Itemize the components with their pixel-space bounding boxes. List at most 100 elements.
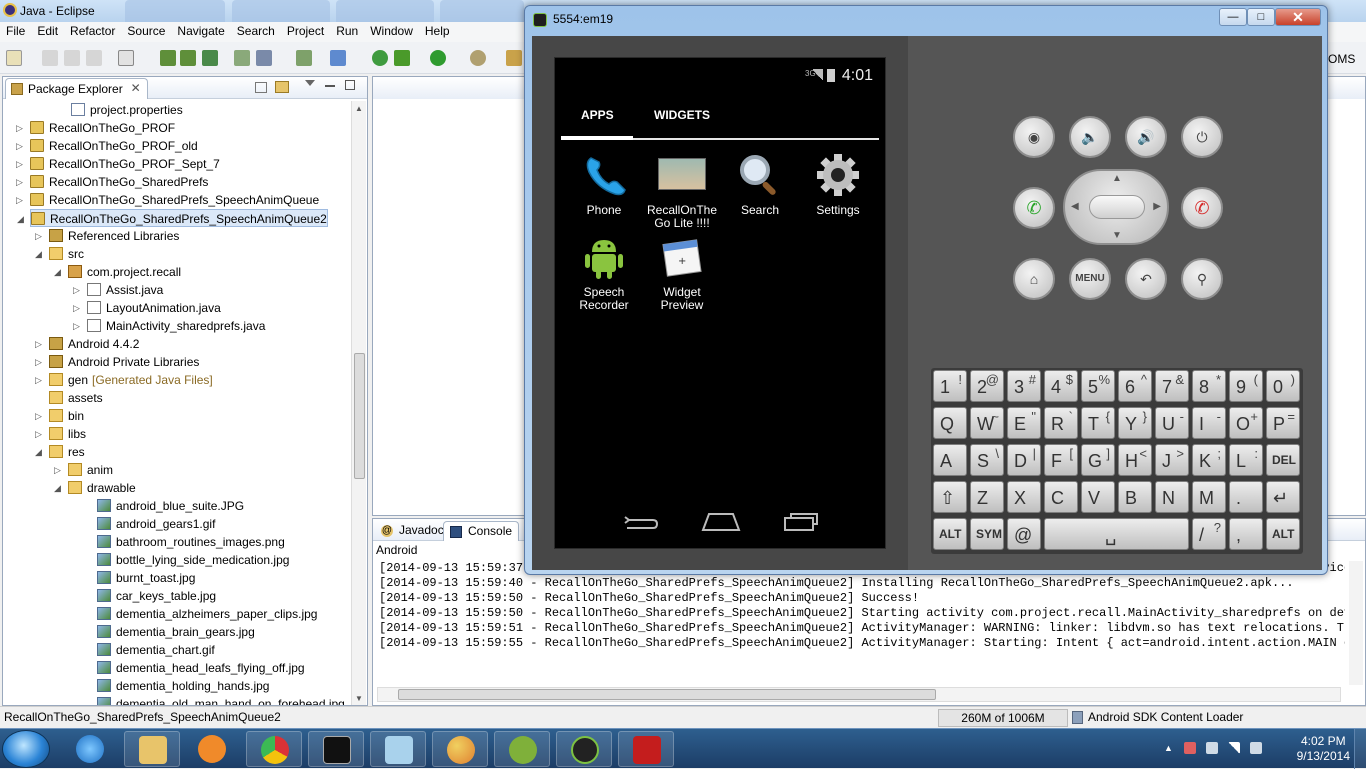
tree-item[interactable]: ▷ RecallOnTheGo_SharedPrefs: [16, 173, 208, 191]
app-speech-recorder[interactable]: Speech Recorder: [564, 234, 644, 312]
phone-screen[interactable]: 3G 4:01 APPS WIDGETS Phone RecallOnThe G…: [554, 57, 886, 549]
tab-javadoc[interactable]: @ Javadoc: [375, 521, 450, 541]
menu-run[interactable]: Run: [330, 22, 364, 38]
debug-icon[interactable]: [330, 50, 346, 66]
tree-item[interactable]: dementia_holding_hands.jpg: [97, 677, 269, 695]
tree-item[interactable]: assets: [49, 389, 103, 407]
key[interactable]: 8 *: [1192, 370, 1226, 402]
lint-icon[interactable]: [202, 50, 218, 66]
print-icon[interactable]: [86, 50, 102, 66]
key[interactable]: W ~: [970, 407, 1004, 439]
menu-window[interactable]: Window: [364, 22, 419, 38]
key[interactable]: C: [1044, 481, 1078, 513]
taskbar-android-emulator[interactable]: [556, 731, 612, 767]
home-icon[interactable]: ⌂: [1013, 258, 1055, 300]
dpad-up-icon[interactable]: ▲: [1112, 173, 1122, 184]
dpad-left-icon[interactable]: ◀: [1071, 201, 1079, 212]
tree-item[interactable]: ▷ gen [Generated Java Files]: [35, 371, 213, 389]
tree-item[interactable]: dementia_old_man_hand_on_forehead.jpg: [97, 695, 345, 705]
expand-icon[interactable]: ▷: [73, 299, 83, 317]
key[interactable]: 3 #: [1007, 370, 1041, 402]
key[interactable]: H <: [1118, 444, 1152, 476]
collapse-icon[interactable]: ◢: [54, 479, 64, 497]
key[interactable]: I-: [1192, 407, 1226, 439]
space-key[interactable]: ␣: [1044, 518, 1189, 550]
view-menu-icon[interactable]: [305, 80, 315, 86]
key[interactable]: ALT: [933, 518, 967, 550]
console-vertical-scrollbar[interactable]: [1349, 561, 1363, 685]
scrollbar-thumb[interactable]: [398, 689, 936, 700]
key[interactable]: DEL: [1266, 444, 1300, 476]
key[interactable]: Y}: [1118, 407, 1152, 439]
taskbar-braces-app[interactable]: [494, 731, 550, 767]
taskbar-internet-explorer[interactable]: [62, 731, 118, 767]
key[interactable]: B: [1118, 481, 1152, 513]
key[interactable]: @: [1007, 518, 1041, 550]
key[interactable]: ALT: [1266, 518, 1300, 550]
tree-item[interactable]: ▷ anim: [54, 461, 113, 479]
key[interactable]: /?: [1192, 518, 1226, 550]
tree-item[interactable]: android_gears1.gif: [97, 515, 215, 533]
expand-icon[interactable]: ▷: [35, 371, 45, 389]
tree-item[interactable]: ▷ LayoutAnimation.java: [73, 299, 221, 317]
end-call-icon[interactable]: ✆: [1181, 187, 1223, 229]
key[interactable]: ⇧: [933, 481, 967, 513]
expand-icon[interactable]: ▷: [16, 173, 26, 191]
action-center-icon[interactable]: [1184, 742, 1196, 754]
tree-item[interactable]: android_blue_suite.JPG: [97, 497, 244, 515]
collapse-icon[interactable]: ◢: [35, 245, 45, 263]
progress-status[interactable]: Android SDK Content Loader: [1072, 710, 1243, 724]
save-icon[interactable]: [42, 50, 58, 66]
volume-up-icon[interactable]: 🔊: [1125, 116, 1167, 158]
key[interactable]: O +: [1229, 407, 1263, 439]
key[interactable]: N: [1155, 481, 1189, 513]
back-icon[interactable]: [623, 512, 659, 532]
key[interactable]: T{: [1081, 407, 1115, 439]
menu-file[interactable]: File: [0, 22, 31, 38]
search-icon[interactable]: ⚲: [1181, 258, 1223, 300]
show-desktop-button[interactable]: [1354, 729, 1366, 769]
key[interactable]: R `: [1044, 407, 1078, 439]
breakpoint-icon[interactable]: [296, 50, 312, 66]
new-android-xml-icon[interactable]: [256, 50, 272, 66]
dpad-center-button[interactable]: [1089, 195, 1145, 219]
key[interactable]: 4 $: [1044, 370, 1078, 402]
key[interactable]: V: [1081, 481, 1115, 513]
open-type-icon[interactable]: [506, 50, 522, 66]
expand-icon[interactable]: ▷: [73, 317, 83, 335]
key[interactable]: F[: [1044, 444, 1078, 476]
taskbar-filezilla[interactable]: [618, 731, 674, 767]
key[interactable]: Z: [970, 481, 1004, 513]
key[interactable]: 5%: [1081, 370, 1115, 402]
taskbar-chrome[interactable]: [246, 731, 302, 767]
menu-refactor[interactable]: Refactor: [64, 22, 121, 38]
expand-icon[interactable]: ▷: [16, 155, 26, 173]
link-with-editor-icon[interactable]: [275, 81, 289, 93]
minimize-button[interactable]: —: [1219, 8, 1247, 26]
dpad-right-icon[interactable]: ▶: [1153, 201, 1161, 212]
tree-vertical-scrollbar[interactable]: ▲ ▼: [351, 101, 366, 705]
collapse-icon[interactable]: ◢: [54, 263, 64, 281]
collapse-all-icon[interactable]: [255, 82, 267, 93]
tree-item[interactable]: ▷ libs: [35, 425, 86, 443]
tab-console[interactable]: Console: [443, 521, 520, 541]
new-android-project-icon[interactable]: [234, 50, 250, 66]
tree-item[interactable]: bottle_lying_side_medication.jpg: [97, 551, 289, 569]
key[interactable]: X: [1007, 481, 1041, 513]
menu-button[interactable]: MENU: [1069, 258, 1111, 300]
taskbar-explorer[interactable]: [124, 731, 180, 767]
tree-item[interactable]: ▷ MainActivity_sharedprefs.java: [73, 317, 265, 335]
menu-navigate[interactable]: Navigate: [171, 22, 230, 38]
tree-item[interactable]: ◢ drawable: [54, 479, 136, 497]
key[interactable]: K;: [1192, 444, 1226, 476]
key[interactable]: G]: [1081, 444, 1115, 476]
power-icon[interactable]: ⏻: [1181, 116, 1223, 158]
tree-item[interactable]: car_keys_table.jpg: [97, 587, 216, 605]
taskbar-media-player[interactable]: [184, 731, 240, 767]
maximize-button[interactable]: □: [1247, 8, 1275, 26]
expand-icon[interactable]: ▷: [35, 227, 45, 245]
key[interactable]: P =: [1266, 407, 1300, 439]
app-settings[interactable]: Settings: [798, 152, 878, 217]
tree-item[interactable]: ▷ RecallOnTheGo_PROF: [16, 119, 175, 137]
binary-icon[interactable]: [118, 50, 134, 66]
